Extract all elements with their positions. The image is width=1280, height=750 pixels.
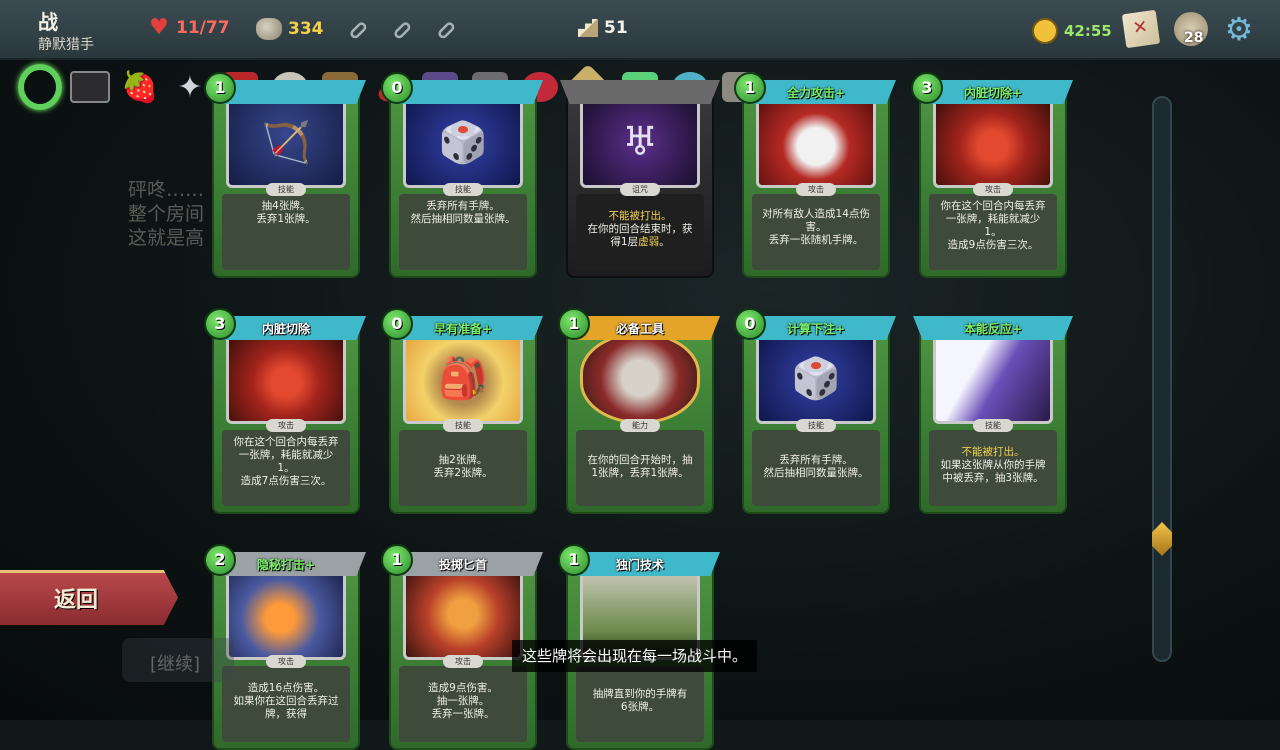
card-eviscerate[interactable]: 内脏切除 3 攻击 你在这个回合内每丢弃 一张牌，耗能就减少 1。 造成7点伤害三次。: [204, 308, 366, 514]
card-type: 攻击: [973, 183, 1013, 196]
map-button[interactable]: [1121, 9, 1161, 49]
card-cost: 3: [204, 308, 236, 340]
card-type: 技能: [973, 419, 1013, 432]
continue-label: [继续]: [150, 654, 201, 675]
card-cost: 3: [911, 72, 943, 104]
card-prepared-upgraded[interactable]: 🎒 早有准备+ 0 技能 抽2张牌。 丢弃2张牌。: [381, 308, 543, 514]
character-name: 战: [38, 10, 58, 34]
card-sneaky-strike-upgraded[interactable]: 隐秘打击+ 2 攻击 造成16点伤害。 如果你在这回合丢弃过 牌，获得: [204, 544, 366, 750]
ring-of-the-snake-icon[interactable]: [18, 64, 62, 110]
card-type: 技能: [266, 183, 306, 196]
card-type: 攻击: [266, 419, 306, 432]
card-calculated-gamble[interactable]: 🎲 0 技能 丢弃所有手牌。 然后抽相同数量张牌。: [381, 72, 543, 278]
return-button-label: 返回: [54, 588, 99, 613]
card-cost: 0: [381, 308, 413, 340]
hp-value: 11/77: [176, 18, 230, 38]
heart-icon: ♥: [149, 15, 169, 40]
card-description: 丢弃所有手牌。 然后抽相同数量张牌。: [410, 200, 516, 225]
settings-gear-icon[interactable]: ⚙: [1222, 12, 1256, 46]
tooltip: 这些牌将会出现在每一场战斗中。: [512, 640, 758, 672]
potion-slot-1[interactable]: [346, 18, 370, 42]
card-eviscerate-upgraded[interactable]: 内脏切除+ 3 攻击 你在这个回合内每丢弃 一张牌，耗能就减少 1。 造成9点伤害三次…: [911, 72, 1073, 278]
card-type: 能力: [620, 419, 660, 432]
empty-potion-icon: [438, 22, 455, 39]
card-calculated-gamble-upgraded[interactable]: 🎲 计算下注+ 0 技能 丢弃所有手牌。 然后抽相同数量张牌。: [734, 308, 896, 514]
card-description: 在你的回合开始时，抽 1张牌，丢弃1张牌。: [587, 454, 693, 479]
card-cost: 1: [204, 72, 236, 104]
card-tools-of-the-trade[interactable]: 必备工具 1 能力 在你的回合开始时，抽 1张牌，丢弃1张牌。: [558, 308, 720, 514]
card-reflex-upgraded[interactable]: 本能反应+ 技能 不能被打出。 如果这张牌从你的手牌 中被丢弃，抽3张牌。: [913, 308, 1073, 514]
card-cost: 1: [734, 72, 766, 104]
card-description: 你在这个回合内每丢弃 一张牌，耗能就减少 1。 造成7点伤害三次。: [233, 436, 339, 487]
strawberry-icon[interactable]: 🍓: [118, 65, 162, 109]
background-tip-text: 砰咚…… 整个房间 这就是高: [128, 179, 205, 249]
card-curse[interactable]: ♅ 诅咒 不能被打出。 在你的回合结束时，获 得1层虚弱。: [560, 72, 720, 278]
card-type: 诅咒: [620, 183, 660, 196]
card-type: 攻击: [796, 183, 836, 196]
card-cost: 0: [381, 72, 413, 104]
character-title: 静默猎手: [38, 37, 94, 53]
box-icon[interactable]: [68, 65, 112, 109]
hp-display[interactable]: ♥ 11/77: [148, 15, 230, 40]
card-description: 不能被打出。 在你的回合结束时，获 得1层虚弱。: [587, 210, 693, 248]
timer-value: 42:55: [1064, 22, 1112, 40]
card-cost: 2: [204, 544, 236, 576]
card-description: 造成16点伤害。 如果你在这回合丢弃过 牌，获得: [233, 682, 339, 720]
card-description: 抽牌直到你的手牌有 6张牌。: [592, 688, 688, 713]
card-cost: 1: [558, 308, 590, 340]
gold-bag-icon: [256, 18, 282, 40]
stairs-icon: [578, 19, 598, 37]
card-acrobatics[interactable]: 🏹 1 技能 抽4张牌。 丢弃1张牌。: [204, 72, 366, 278]
card-type: 技能: [796, 419, 836, 432]
card-description: 丢弃所有手牌。 然后抽相同数量张牌。: [763, 454, 869, 479]
potion-slot-3[interactable]: [434, 18, 458, 42]
deck-count: 28: [1184, 30, 1204, 46]
empty-potion-icon: [350, 22, 367, 39]
floor-display: 51: [578, 18, 628, 38]
gold-display[interactable]: 334: [256, 18, 324, 40]
card-description: 不能被打出。 如果这张牌从你的手牌 中被丢弃，抽3张牌。: [940, 446, 1046, 484]
card-description: 造成9点伤害。 抽一张牌。 丢弃一张牌。: [428, 682, 498, 720]
floor-value: 51: [604, 18, 628, 38]
card-all-out-attack-upgraded[interactable]: 全力攻击+ 1 攻击 对所有敌人造成14点伤 害。 丢弃一张随机手牌。: [734, 72, 896, 278]
scrollbar-track[interactable]: [1152, 96, 1172, 662]
card-cost: 0: [734, 308, 766, 340]
card-type: 技能: [443, 183, 483, 196]
card-description: 你在这个回合内每丢弃 一张牌，耗能就减少 1。 造成9点伤害三次。: [940, 200, 1046, 251]
stopwatch-icon: [1032, 18, 1058, 44]
card-description: 对所有敌人造成14点伤 害。 丢弃一张随机手牌。: [762, 208, 870, 246]
empty-potion-icon: [394, 22, 411, 39]
card-cost: 1: [558, 544, 590, 576]
card-description: 抽2张牌。 丢弃2张牌。: [433, 454, 493, 479]
timer-display: 42:55: [1032, 18, 1112, 44]
card-cost: 1: [381, 544, 413, 576]
card-type: 攻击: [443, 655, 483, 668]
gold-value: 334: [288, 19, 324, 39]
card-name: 本能反应+: [963, 322, 1023, 336]
card-type: 攻击: [266, 655, 306, 668]
card-type: 技能: [443, 419, 483, 432]
card-description: 抽4张牌。 丢弃1张牌。: [256, 200, 316, 225]
potion-slot-2[interactable]: [390, 18, 414, 42]
